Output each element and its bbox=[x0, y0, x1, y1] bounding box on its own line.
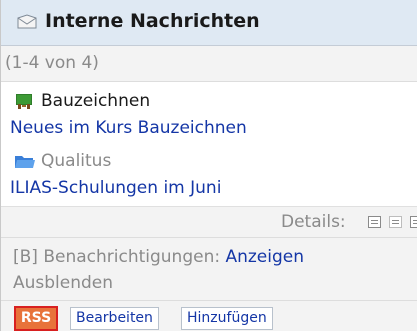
edit-button[interactable]: Bearbeiten bbox=[70, 307, 159, 330]
news-source-label: Bauzeichnen bbox=[41, 91, 151, 111]
course-icon bbox=[14, 92, 34, 114]
add-button[interactable]: Hinzufügen bbox=[181, 307, 273, 330]
button-row: RSS Bearbeiten Hinzufügen bbox=[1, 300, 417, 331]
block-title: Interne Nachrichten bbox=[45, 10, 260, 32]
mail-icon bbox=[17, 14, 37, 34]
view-full-icon[interactable] bbox=[410, 216, 417, 228]
news-source-row: Bauzeichnen bbox=[1, 88, 417, 116]
item-count-row: (1-4 von 4) bbox=[1, 46, 417, 82]
news-source-row: Qualitus bbox=[1, 148, 417, 176]
block-header: Interne Nachrichten bbox=[1, 0, 417, 46]
rss-button[interactable]: RSS bbox=[14, 306, 58, 331]
show-notifications-link[interactable]: Anzeigen bbox=[225, 247, 304, 267]
notification-row: [B] Benachrichtigungen: Anzeigen Ausblend… bbox=[1, 238, 417, 300]
details-label: Details: bbox=[281, 212, 346, 232]
view-compact-icon[interactable] bbox=[368, 216, 381, 228]
notification-prefix: [B] Benachrichtigungen: bbox=[13, 247, 226, 267]
view-medium-icon[interactable] bbox=[389, 216, 402, 228]
details-row: Details: bbox=[1, 206, 417, 238]
item-count: (1-4 von 4) bbox=[5, 53, 99, 73]
news-item-link[interactable]: ILIAS-Schulungen im Juni bbox=[10, 178, 221, 198]
hide-notifications-link[interactable]: Ausblenden bbox=[13, 273, 113, 293]
notification-text: [B] Benachrichtigungen: Anzeigen Ausblend… bbox=[13, 244, 413, 296]
news-source-label: Qualitus bbox=[41, 151, 112, 171]
folder-icon bbox=[14, 152, 36, 174]
news-block: Interne Nachrichten (1-4 von 4) Bauzeich… bbox=[0, 0, 417, 331]
news-item-link[interactable]: Neues im Kurs Bauzeichnen bbox=[10, 118, 247, 138]
